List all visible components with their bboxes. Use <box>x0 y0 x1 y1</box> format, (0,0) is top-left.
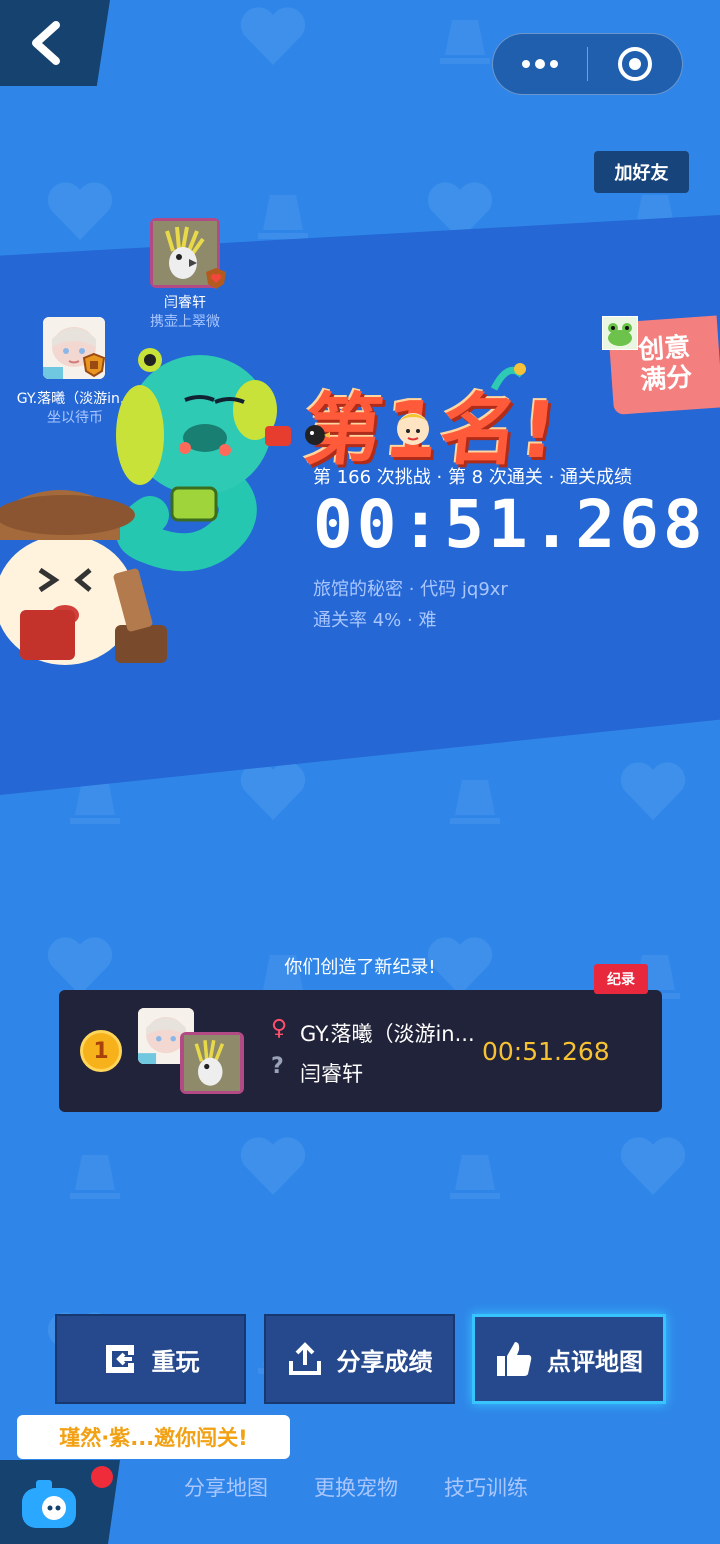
change-pet-link[interactable]: 更换宠物 <box>314 1472 398 1502</box>
heart-pattern-icon <box>240 7 306 65</box>
pass-rate: 通关率 4% · 难 <box>313 610 437 631</box>
heart-pattern-icon <box>240 1137 306 1195</box>
more-dots-icon <box>522 59 558 69</box>
parrot-avatar-icon <box>184 1035 240 1091</box>
cheering-kid-icon <box>397 413 429 445</box>
bird-icon <box>305 425 330 445</box>
heart-pattern-icon <box>620 762 686 820</box>
hat-pattern-icon <box>440 20 490 64</box>
share-score-label: 分享成绩 <box>336 1347 433 1376</box>
record-badge: 纪录 <box>594 964 648 994</box>
skill-training-link[interactable]: 技巧训练 <box>444 1472 528 1502</box>
record-player2-name: 闫睿轩 <box>300 1062 363 1086</box>
hat-pattern-icon <box>70 1155 120 1199</box>
more-button[interactable] <box>493 34 587 94</box>
mascot-illustration <box>0 348 291 665</box>
frog-avatar-icon[interactable] <box>602 316 638 350</box>
pet-camera-icon <box>22 1480 76 1528</box>
heart-shield-icon <box>206 268 226 289</box>
chevron-left-icon <box>32 21 60 65</box>
invite-banner[interactable]: 瑾然·紫...邀你闯关! <box>17 1415 290 1459</box>
replay-button[interactable]: 重玩 <box>55 1314 246 1404</box>
unknown-gender-icon: ? <box>271 1054 284 1079</box>
snake-small-icon <box>490 363 526 391</box>
map-info: 旅馆的秘密 · 代码 jq9xr <box>313 579 508 600</box>
finish-time: 00:51.268 <box>313 486 707 563</box>
female-icon: ♀ <box>271 1016 288 1041</box>
review-map-label: 点评地图 <box>547 1347 643 1376</box>
share-score-button[interactable]: 分享成绩 <box>264 1314 455 1404</box>
rank-medal: 1 <box>80 1030 122 1072</box>
record-time: 00:51.268 <box>482 1037 610 1066</box>
replay-label: 重玩 <box>151 1347 200 1376</box>
share-upload-icon <box>288 1342 321 1375</box>
share-map-link[interactable]: 分享地图 <box>184 1472 268 1502</box>
thumbs-up-icon <box>497 1342 532 1376</box>
target-circle-icon <box>618 47 652 81</box>
hat-pattern-icon <box>258 195 308 239</box>
back-button[interactable] <box>0 0 110 86</box>
notification-dot <box>91 1466 113 1488</box>
add-friend-button[interactable]: 加好友 <box>594 151 689 193</box>
player1-subtitle: 携壶上翠微 <box>150 314 220 330</box>
heart-pattern-icon <box>240 762 306 820</box>
record-player1-name: GY.落曦（淡游in... <box>300 1022 475 1046</box>
record-avatar-parrot[interactable] <box>180 1032 244 1094</box>
close-program-button[interactable] <box>588 34 682 94</box>
mini-program-capsule <box>492 33 683 95</box>
hat-pattern-icon <box>450 780 500 824</box>
heart-pattern-icon <box>47 182 113 240</box>
heart-pattern-icon <box>620 1137 686 1195</box>
player1-name: 闫睿轩 <box>164 295 206 311</box>
replay-icon <box>105 1345 134 1373</box>
creative-tag-line2: 满分 <box>639 362 694 396</box>
hat-pattern-icon <box>450 1155 500 1199</box>
review-map-button[interactable]: 点评地图 <box>472 1314 666 1404</box>
